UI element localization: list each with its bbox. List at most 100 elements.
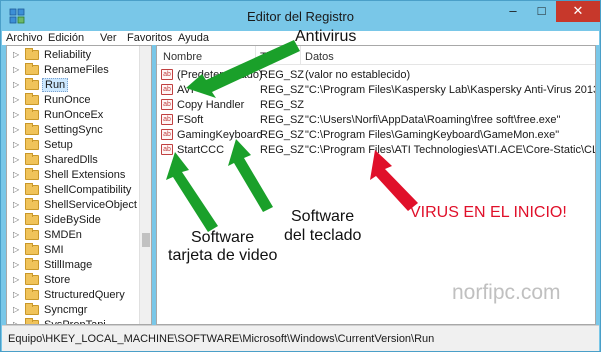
expand-arrow-icon[interactable]: ▷ <box>13 228 19 242</box>
string-value-icon: ab <box>161 84 173 95</box>
expand-arrow-icon[interactable]: ▷ <box>13 138 19 152</box>
tree-item-label: Reliability <box>44 49 92 61</box>
string-value-icon: ab <box>161 114 173 125</box>
tree-item-label: Run <box>42 78 69 92</box>
folder-icon <box>25 168 39 180</box>
value-data: "C:\Program Files\GamingKeyboard\GameMon… <box>305 129 560 141</box>
value-row[interactable]: ab AVP REG_SZ "C:\Program Files\Kaspersky L… <box>157 83 595 97</box>
minimize-button[interactable]: – <box>499 1 527 22</box>
folder-icon <box>25 138 39 150</box>
registry-key-tree[interactable]: ▷ Reliability ▷ RenameFiles ▷ Run ▷ RunOnce ▷ Run… <box>6 45 152 325</box>
column-separator[interactable] <box>300 46 301 65</box>
tree-item[interactable]: ▷ Store <box>13 273 145 287</box>
value-row[interactable]: ab FSoft REG_SZ "C:\Users\Norfi\AppData\Roa… <box>157 113 595 127</box>
tree-item-label: Syncmgr <box>44 304 88 316</box>
tree-item[interactable]: ▷ Reliability <box>13 48 145 62</box>
tree-item[interactable]: ▷ Run <box>13 78 145 92</box>
tree-item[interactable]: ▷ StructuredQuery <box>13 288 145 302</box>
tree-item[interactable]: ▷ RunOnceEx <box>13 108 145 122</box>
expand-arrow-icon[interactable]: ▷ <box>13 213 19 227</box>
tree-item-label: ShellCompatibility <box>44 184 132 196</box>
close-button[interactable]: ✕ <box>556 1 600 22</box>
tree-item-label: SMDEn <box>44 229 82 241</box>
folder-icon <box>25 273 39 285</box>
value-name: FSoft <box>177 114 204 126</box>
column-header-type[interactable]: Tipo <box>260 51 281 63</box>
value-data: "C:\Users\Norfi\AppData\Roaming\free sof… <box>305 114 561 126</box>
tree-item[interactable]: ▷ SideBySide <box>13 213 145 227</box>
column-header-data[interactable]: Datos <box>305 51 334 63</box>
registry-path: Equipo\HKEY_LOCAL_MACHINE\SOFTWARE\Micro… <box>8 333 435 345</box>
folder-icon <box>25 93 39 105</box>
tree-item[interactable]: ▷ Shell Extensions <box>13 168 145 182</box>
title-bar[interactable]: Editor del Registro – □ ✕ <box>1 1 600 31</box>
value-name: AVP <box>177 84 199 96</box>
tree-item-label: Store <box>44 274 71 286</box>
tree-item[interactable]: ▷ SMDEn <box>13 228 145 242</box>
tree-item[interactable]: ▷ ShellCompatibility <box>13 183 145 197</box>
tree-item[interactable]: ▷ RunOnce <box>13 93 145 107</box>
expand-arrow-icon[interactable]: ▷ <box>13 288 19 302</box>
tree-item-label: RunOnce <box>44 94 91 106</box>
menu-ver[interactable]: Ver <box>100 32 117 44</box>
tree-item-label: SideBySide <box>44 214 101 226</box>
folder-icon <box>25 258 39 270</box>
expand-arrow-icon[interactable]: ▷ <box>13 183 19 197</box>
expand-arrow-icon[interactable]: ▷ <box>13 123 19 137</box>
string-value-icon: ab <box>161 144 173 155</box>
expand-arrow-icon[interactable]: ▷ <box>13 153 19 167</box>
value-row[interactable]: ab StartCCC REG_SZ "C:\Program Files\ATI Te… <box>157 143 595 157</box>
expand-arrow-icon[interactable]: ▷ <box>13 93 19 107</box>
watermark: norfipc.com <box>452 281 561 304</box>
expand-arrow-icon[interactable]: ▷ <box>13 258 19 272</box>
expand-arrow-icon[interactable]: ▷ <box>13 303 19 317</box>
value-name: (Predeterminado) <box>177 69 263 81</box>
expand-arrow-icon[interactable]: ▷ <box>13 78 19 92</box>
annotation-virus: VIRUS EN EL INICIO! <box>410 204 567 221</box>
menu-archivo[interactable]: Archivo <box>6 32 43 44</box>
tree-item-label: SettingSync <box>44 124 103 136</box>
folder-icon <box>25 303 39 315</box>
column-separator[interactable] <box>255 46 256 65</box>
expand-arrow-icon[interactable]: ▷ <box>13 273 19 287</box>
expand-arrow-icon[interactable]: ▷ <box>13 63 19 77</box>
expand-arrow-icon[interactable]: ▷ <box>13 168 19 182</box>
expand-arrow-icon[interactable]: ▷ <box>13 318 19 324</box>
value-row[interactable]: ab GamingKeyboard REG_SZ "C:\Program Files\… <box>157 128 595 142</box>
value-type: REG_SZ <box>260 114 305 126</box>
folder-icon <box>25 123 39 135</box>
tree-item[interactable]: ▷ SMI <box>13 243 145 257</box>
tree-item[interactable]: ▷ SettingSync <box>13 123 145 137</box>
tree-item-label: StillImage <box>44 259 93 271</box>
value-type: REG_SZ <box>260 99 305 111</box>
folder-icon <box>25 108 39 120</box>
tree-item[interactable]: ▷ StillImage <box>13 258 145 272</box>
maximize-button[interactable]: □ <box>528 1 555 22</box>
value-type: REG_SZ <box>260 144 305 156</box>
tree-item[interactable]: ▷ RenameFiles <box>13 63 145 77</box>
menu-favoritos[interactable]: Favoritos <box>127 32 172 44</box>
tree-item[interactable]: ▷ ShellServiceObject <box>13 198 145 212</box>
tree-item[interactable]: ▷ Syncmgr <box>13 303 145 317</box>
folder-icon <box>25 198 39 210</box>
status-bar: Equipo\HKEY_LOCAL_MACHINE\SOFTWARE\Micro… <box>2 325 599 351</box>
tree-item[interactable]: ▷ SysPrepTapi <box>13 318 145 324</box>
folder-icon <box>25 213 39 225</box>
folder-icon <box>25 153 39 165</box>
column-header-name[interactable]: Nombre <box>163 51 202 63</box>
annotation-video-line2: tarjeta de video <box>168 247 278 264</box>
tree-item-label: RunOnceEx <box>44 109 104 121</box>
tree-item[interactable]: ▷ Setup <box>13 138 145 152</box>
tree-item[interactable]: ▷ SharedDlls <box>13 153 145 167</box>
folder-icon <box>25 183 39 195</box>
menu-ayuda[interactable]: Ayuda <box>178 32 209 44</box>
menu-edicion[interactable]: Edición <box>48 32 84 44</box>
tree-item-label: Shell Extensions <box>44 169 126 181</box>
value-data: "C:\Program Files\ATI Technologies\ATI.A… <box>305 144 595 156</box>
expand-arrow-icon[interactable]: ▷ <box>13 48 19 62</box>
expand-arrow-icon[interactable]: ▷ <box>13 243 19 257</box>
expand-arrow-icon[interactable]: ▷ <box>13 108 19 122</box>
value-row[interactable]: ab Copy Handler REG_SZ <box>157 98 595 112</box>
expand-arrow-icon[interactable]: ▷ <box>13 198 19 212</box>
value-row[interactable]: ab (Predeterminado) REG_SZ (valor no establ… <box>157 68 595 82</box>
